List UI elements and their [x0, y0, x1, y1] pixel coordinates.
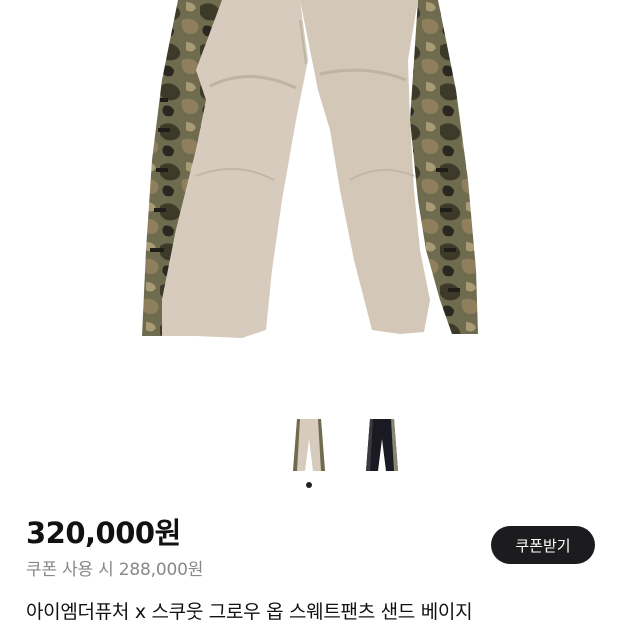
image-pagination [0, 482, 620, 490]
pagination-dot-active[interactable] [306, 482, 312, 488]
right-leg [300, 0, 430, 334]
thumbnail-black-pants[interactable] [359, 414, 405, 476]
coupon-price: 쿠폰 사용 시 288,000원 [26, 560, 204, 580]
sand-pants-thumbnail-icon [293, 419, 325, 471]
thumbnail-sand-pants[interactable] [286, 414, 332, 476]
product-main-image[interactable] [0, 0, 620, 400]
black-pants-thumbnail-icon [366, 419, 398, 471]
product-price: 320,000원 [26, 516, 181, 550]
get-coupon-button[interactable]: 쿠폰받기 [491, 526, 595, 564]
